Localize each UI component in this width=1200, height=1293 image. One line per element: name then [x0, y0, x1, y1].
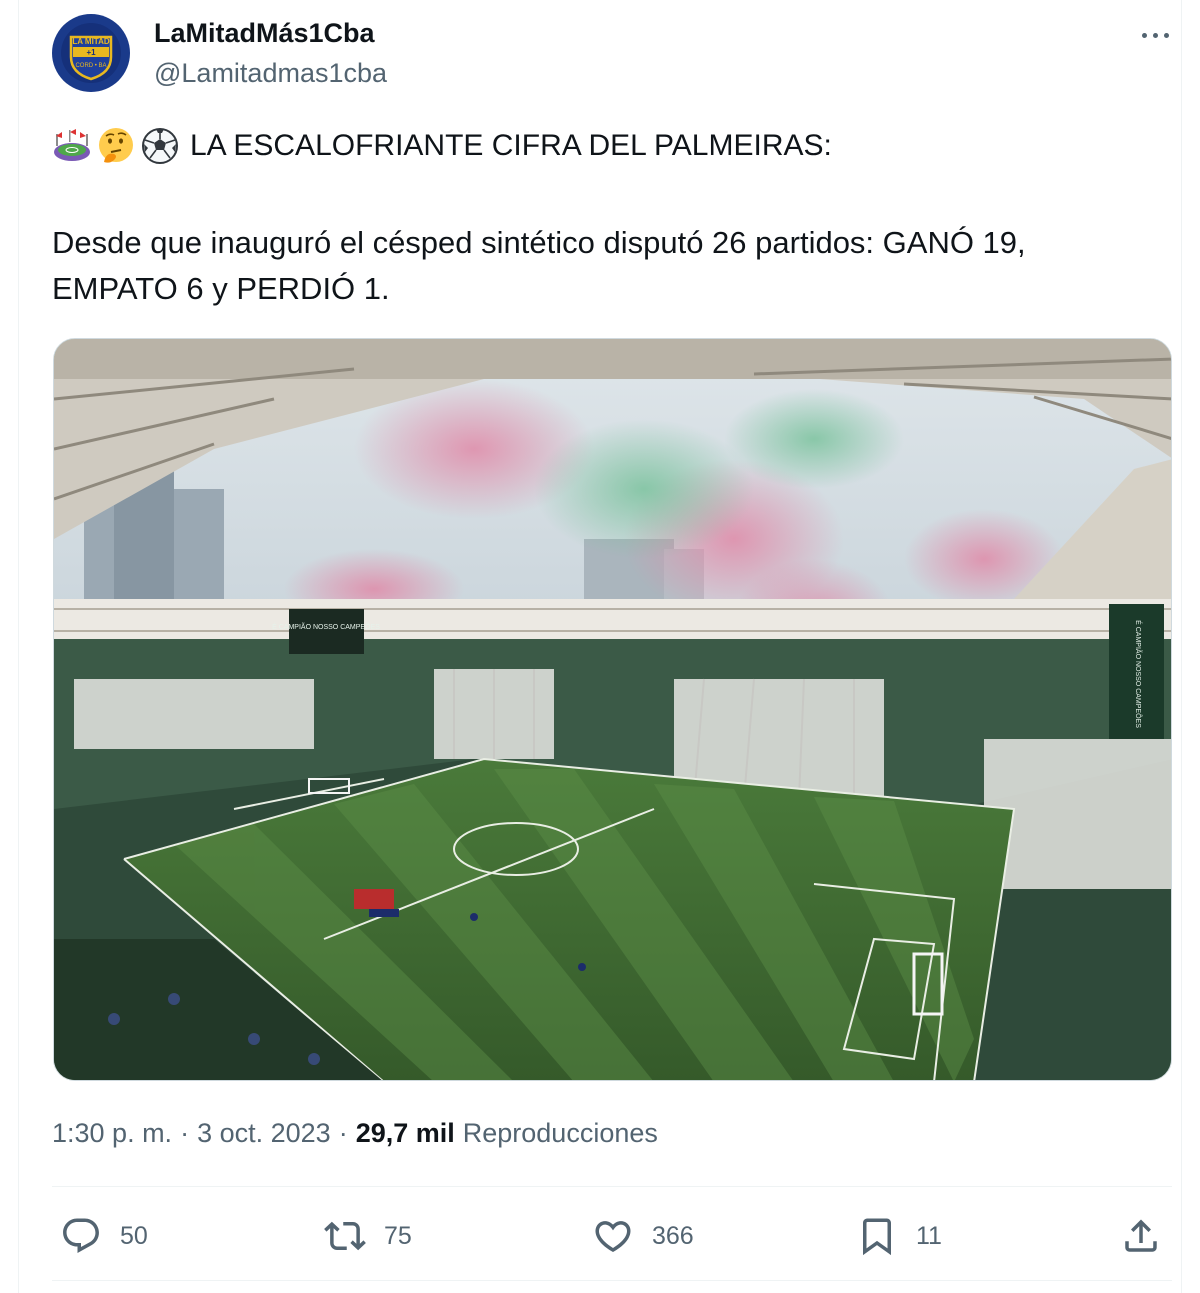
author-display-name[interactable]: LaMitadMás1Cba: [154, 18, 375, 49]
tweet-actions: 50 75 366 11: [52, 1206, 1172, 1266]
bookmark-count: 11: [916, 1221, 942, 1250]
like-count: 366: [652, 1221, 694, 1250]
club-shield-icon: LA MITAD +1 CORD • BA: [61, 23, 121, 83]
meta-separator: ·: [338, 1118, 348, 1148]
reply-icon: [63, 1218, 99, 1253]
bookmark-icon: [863, 1218, 891, 1256]
stadium-emoji-icon: [54, 129, 90, 161]
retweet-button[interactable]: 75: [324, 1206, 412, 1266]
more-dot-icon: [1141, 32, 1147, 38]
meta-separator: ·: [180, 1118, 190, 1148]
tweet-body-line-1: Desde que inauguró el césped sintético d…: [52, 225, 1026, 260]
more-dot-icon: [1163, 32, 1169, 38]
tweet-body-line-2: EMPATO 6 y PERDIÓ 1.: [52, 271, 390, 306]
tweet-media-image[interactable]: É CAMPIÃO NOSSO CAMPEÕES É CAMPIÃO NOSSO…: [53, 338, 1172, 1081]
tweet-date[interactable]: 3 oct. 2023: [197, 1118, 331, 1149]
like-button[interactable]: 366: [592, 1206, 694, 1266]
stadium-photo: É CAMPIÃO NOSSO CAMPEÕES É CAMPIÃO NOSSO…: [54, 339, 1171, 1080]
views-count: 29,7 mil: [355, 1118, 455, 1148]
tweet-headline: LA ESCALOFRIANTE CIFRA DEL PALMEIRAS:: [190, 129, 832, 162]
tweet-metadata: 1:30 p. m. · 3 oct. 2023 · 29,7 mil Repr…: [52, 1118, 658, 1149]
avatar-text-mid: +1: [86, 48, 96, 57]
bookmark-button[interactable]: 11: [856, 1206, 942, 1266]
views-label: Reproducciones: [462, 1118, 658, 1148]
tweet-body: Desde que inauguró el césped sintético d…: [52, 220, 1162, 312]
avatar[interactable]: LA MITAD +1 CORD • BA: [52, 14, 130, 92]
more-options-button[interactable]: [1130, 18, 1180, 52]
retweet-count: 75: [384, 1221, 412, 1250]
avatar-text-bottom: CORD • BA: [75, 63, 106, 69]
tweet-headline-line: LA ESCALOFRIANTE CIFRA DEL PALMEIRAS:: [52, 124, 832, 168]
left-screen-text: É CAMPIÃO NOSSO CAMPEÕES: [272, 622, 380, 631]
heart-icon: [595, 1221, 631, 1253]
reply-count: 50: [120, 1221, 148, 1250]
avatar-text-top: LA MITAD: [72, 37, 110, 46]
share-button[interactable]: [1120, 1206, 1162, 1266]
author-handle[interactable]: @Lamitadmas1cba: [154, 58, 387, 89]
right-screen-text: É CAMPIÃO NOSSO CAMPEÕES: [1134, 620, 1143, 728]
retweet-icon: [324, 1221, 366, 1251]
soccer-ball-emoji-icon: [142, 128, 178, 164]
divider: [52, 1280, 1172, 1281]
tweet-time[interactable]: 1:30 p. m.: [52, 1118, 172, 1149]
share-icon: [1125, 1219, 1157, 1252]
reply-button[interactable]: 50: [60, 1206, 148, 1266]
more-dot-icon: [1152, 32, 1158, 38]
divider: [52, 1186, 1172, 1187]
thinking-face-emoji-icon: [99, 128, 133, 163]
